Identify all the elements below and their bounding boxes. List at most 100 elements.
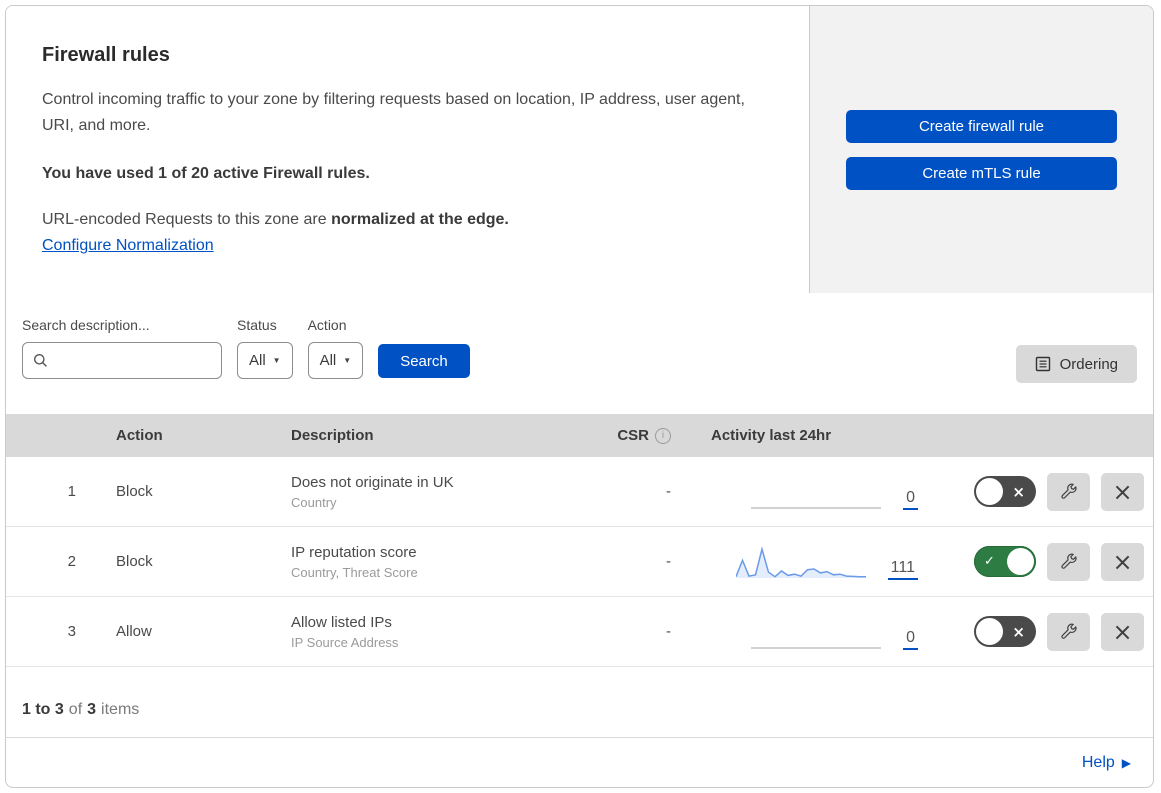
rule-description-cell: Does not originate in UK Country xyxy=(271,474,571,510)
rule-controls: × ✓ × xyxy=(926,472,1153,511)
activity-sparkline xyxy=(751,647,882,649)
column-description: Description xyxy=(291,427,374,444)
usage-line: You have used 1 of 20 active Firewall ru… xyxy=(42,165,370,182)
edit-rule-button[interactable] xyxy=(1047,542,1090,581)
chevron-down-icon: ▼ xyxy=(343,355,352,365)
search-button[interactable]: Search xyxy=(378,344,470,378)
action-filter-group: Action All ▼ xyxy=(307,317,364,379)
activity-sparkline xyxy=(735,546,866,578)
status-dropdown[interactable]: All ▼ xyxy=(237,342,293,379)
arrow-right-icon: ▶ xyxy=(1121,755,1131,770)
delete-rule-button[interactable]: × xyxy=(1101,542,1144,581)
status-value: All xyxy=(249,352,266,369)
activity-count-link[interactable]: 0 xyxy=(903,629,918,650)
enabled-toggle[interactable]: × ✓ xyxy=(974,616,1036,647)
activity-count-link[interactable]: 0 xyxy=(903,489,918,510)
search-field-group: Search description... xyxy=(22,317,222,379)
table-header: Action Description CSR i Activity last 2… xyxy=(6,414,1153,457)
close-icon: × xyxy=(1112,547,1133,576)
normalization-line: URL-encoded Requests to this zone are no… xyxy=(42,211,779,229)
toggle-off-x-icon: × xyxy=(1012,482,1025,501)
rule-controls: × ✓ × xyxy=(926,542,1153,581)
column-csr: CSR i xyxy=(571,427,671,444)
rule-description: Allow listed IPs xyxy=(291,613,392,631)
search-input[interactable] xyxy=(56,352,211,369)
list-icon xyxy=(1035,356,1051,372)
table-row: 1 Block Does not originate in UK Country… xyxy=(6,457,1153,527)
column-action: Action xyxy=(116,427,163,444)
rule-priority: 2 xyxy=(67,553,76,570)
help-link[interactable]: Help ▶ xyxy=(1082,754,1131,772)
filter-section: Search description... Status All ▼ Actio… xyxy=(6,293,1153,414)
toggle-knob xyxy=(976,618,1003,645)
table-pagination: 1 to 3 of 3 items xyxy=(6,667,1153,738)
activity-sparkline xyxy=(751,507,882,509)
rule-activity-cell: 111 xyxy=(671,527,926,596)
page-title: Firewall rules xyxy=(42,44,170,66)
edit-rule-button[interactable] xyxy=(1047,612,1090,651)
delete-rule-button[interactable]: × xyxy=(1101,472,1144,511)
csr-label: CSR xyxy=(617,427,649,444)
rule-description: Does not originate in UK xyxy=(291,473,454,491)
rule-csr: - xyxy=(666,623,671,640)
toggle-knob xyxy=(976,478,1003,505)
close-icon: × xyxy=(1112,617,1133,646)
edit-rule-button[interactable] xyxy=(1047,472,1090,511)
delete-rule-button[interactable]: × xyxy=(1101,612,1144,651)
enabled-toggle[interactable]: × ✓ xyxy=(974,476,1036,507)
table-row: 3 Allow Allow listed IPs IP Source Addre… xyxy=(6,597,1153,667)
column-activity: Activity last 24hr xyxy=(711,427,832,444)
create-firewall-rule-button[interactable]: Create firewall rule xyxy=(846,109,1117,143)
rule-action: Block xyxy=(116,553,153,570)
rule-controls: × ✓ × xyxy=(926,612,1153,651)
action-dropdown[interactable]: All ▼ xyxy=(307,342,364,379)
chevron-down-icon: ▼ xyxy=(272,355,281,365)
search-input-box[interactable] xyxy=(22,342,222,379)
rule-csr: - xyxy=(666,553,671,570)
wrench-icon xyxy=(1059,552,1078,571)
rule-description-cell: Allow listed IPs IP Source Address xyxy=(271,614,571,650)
create-mtls-rule-button[interactable]: Create mTLS rule xyxy=(846,156,1117,190)
rule-activity-cell: 0 xyxy=(671,457,926,526)
ordering-label: Ordering xyxy=(1059,355,1118,373)
page-description: Control incoming traffic to your zone by… xyxy=(42,91,745,134)
status-filter-group: Status All ▼ xyxy=(237,317,293,379)
rule-activity-cell: 0 xyxy=(671,597,926,666)
toggle-on-check-icon: ✓ xyxy=(984,554,995,569)
close-icon: × xyxy=(1112,477,1133,506)
help-section: Help ▶ xyxy=(6,738,1153,787)
rule-description: IP reputation score xyxy=(291,543,417,561)
pagination-total: 3 xyxy=(87,701,97,718)
rule-csr: - xyxy=(666,483,671,500)
wrench-icon xyxy=(1059,482,1078,501)
status-label: Status xyxy=(237,317,277,333)
enabled-toggle[interactable]: × ✓ xyxy=(974,546,1036,577)
rule-priority: 1 xyxy=(67,483,76,500)
rule-fields: IP Source Address xyxy=(291,634,399,650)
rule-fields: Country, Threat Score xyxy=(291,564,418,580)
wrench-icon xyxy=(1059,622,1078,641)
header-section: Firewall rules Control incoming traffic … xyxy=(6,6,1153,293)
search-label: Search description... xyxy=(22,317,150,333)
activity-count-link[interactable]: 111 xyxy=(887,559,918,580)
info-icon[interactable]: i xyxy=(655,427,671,444)
table-row: 2 Block IP reputation score Country, Thr… xyxy=(6,527,1153,597)
pagination-range: 1 to 3 xyxy=(22,701,64,718)
rule-fields: Country xyxy=(291,494,337,510)
rule-description-cell: IP reputation score Country, Threat Scor… xyxy=(271,544,571,580)
configure-normalization-link[interactable]: Configure Normalization xyxy=(42,237,214,254)
header-text-panel: Firewall rules Control incoming traffic … xyxy=(6,6,810,293)
toggle-knob xyxy=(1007,548,1034,575)
search-icon xyxy=(33,353,48,368)
ordering-button[interactable]: Ordering xyxy=(1015,345,1137,383)
toggle-off-x-icon: × xyxy=(1012,622,1025,641)
action-value: All xyxy=(319,352,337,369)
firewall-rules-card: Firewall rules Control incoming traffic … xyxy=(5,5,1154,788)
pagination-of: of xyxy=(68,701,83,718)
rule-action: Allow xyxy=(116,623,152,640)
action-label: Action xyxy=(307,317,347,333)
rule-priority: 3 xyxy=(67,623,76,640)
help-label: Help xyxy=(1081,753,1115,771)
rule-action: Block xyxy=(116,483,153,500)
pagination-items: items xyxy=(101,701,140,718)
